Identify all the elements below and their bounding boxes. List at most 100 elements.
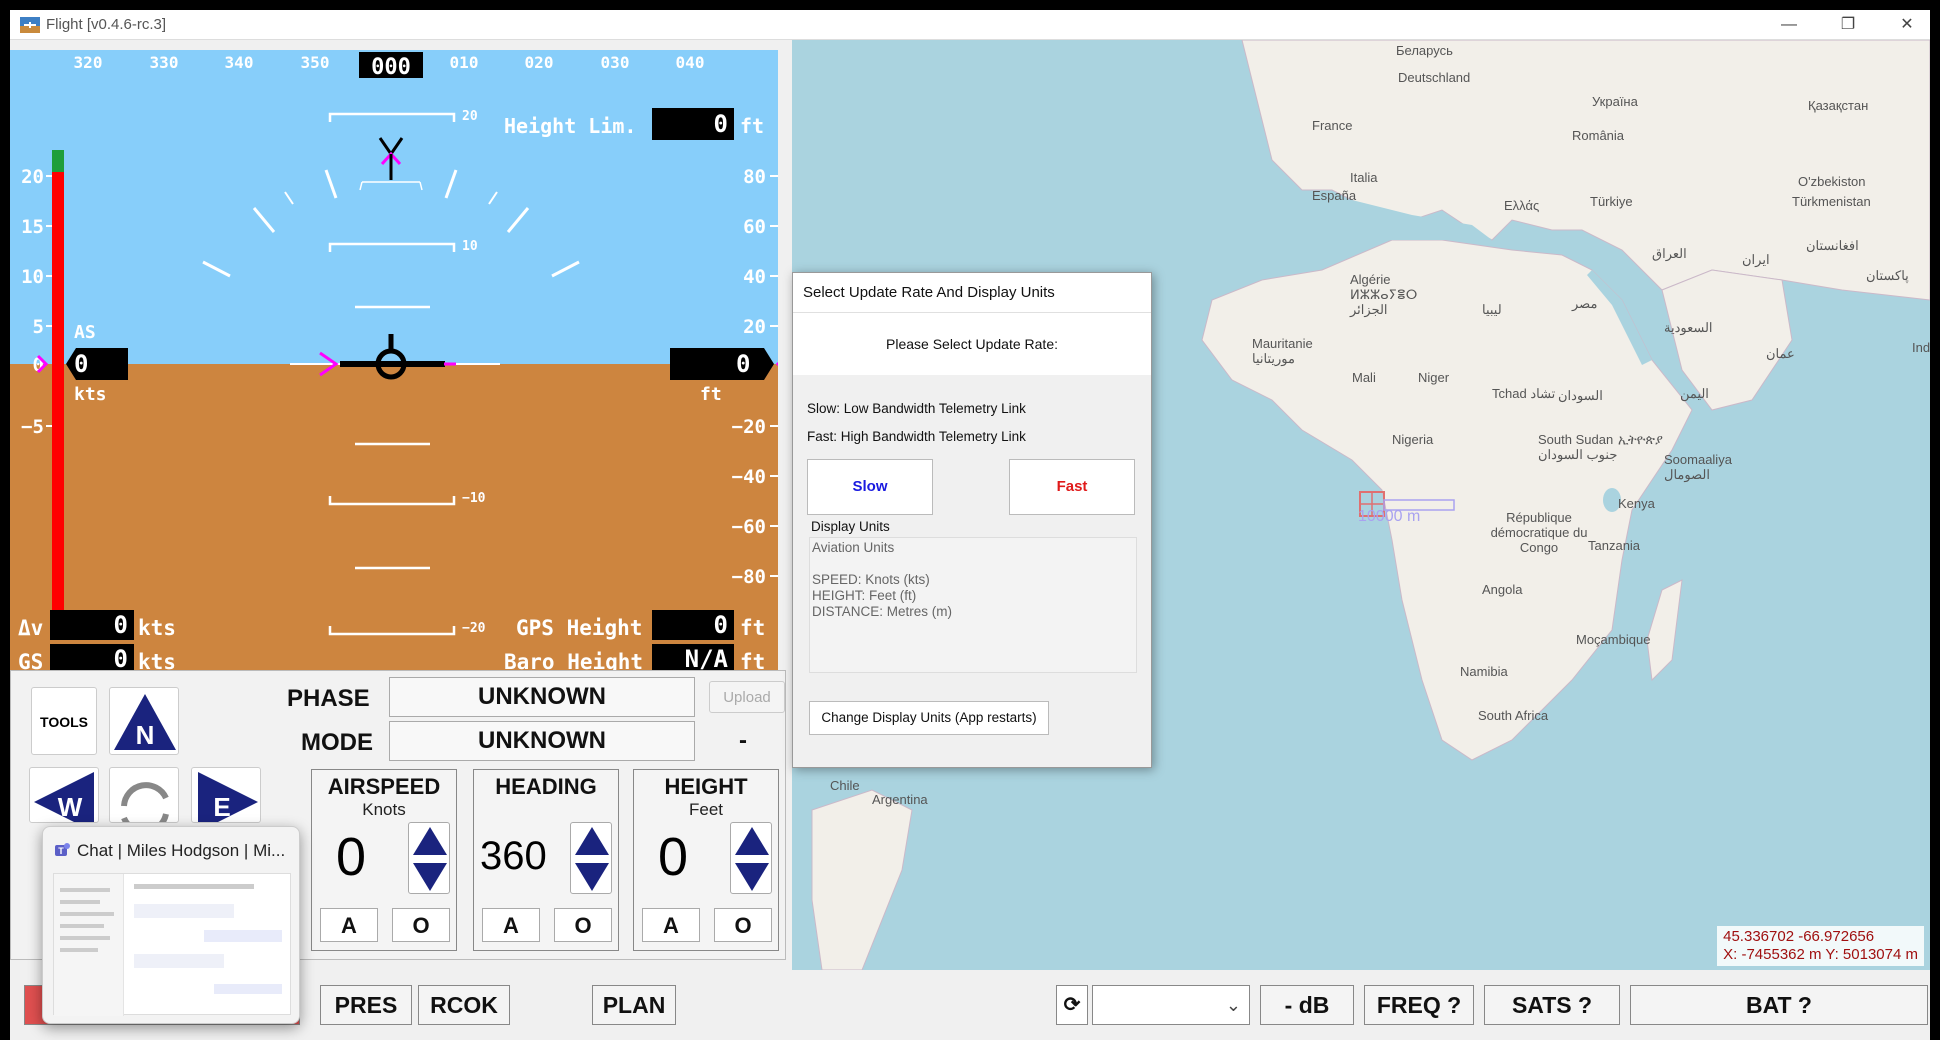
pres-button[interactable]: PRES: [320, 985, 412, 1025]
height-auto-button[interactable]: A: [642, 908, 700, 942]
units-speed: SPEED: Knots (kts): [812, 572, 930, 587]
rotate-icon: [121, 782, 169, 822]
airspeed-scale-label: 5: [33, 316, 44, 338]
map-label: ليبيا: [1482, 302, 1502, 317]
airspeed-auto-button[interactable]: A: [320, 908, 378, 942]
height-panel-title: HEIGHT: [664, 774, 748, 799]
height-panel-unit: Feet: [688, 800, 724, 819]
svg-text:T: T: [58, 846, 64, 856]
airspeed-scale-label: 15: [21, 216, 44, 238]
taskbar-thumbnail[interactable]: T Chat | Miles Hodgson | Mi...: [42, 826, 300, 1024]
airspeed-scale-label: 10: [21, 266, 44, 288]
mode-value: UNKNOWN: [389, 721, 695, 761]
map-label: Deutschland: [1398, 70, 1471, 85]
height-unit: ft: [700, 384, 722, 405]
delta-v-label: Δv: [18, 616, 44, 640]
map-label: Kenya: [1618, 496, 1655, 511]
west-arrow-icon: W: [34, 772, 94, 822]
delta-v-unit: kts: [138, 616, 176, 640]
height-stepper[interactable]: [730, 822, 772, 894]
db-button[interactable]: - dB: [1260, 985, 1354, 1025]
east-button[interactable]: E: [191, 767, 261, 823]
airspeed-panel: AIRSPEED Knots 0 A O: [311, 769, 457, 951]
heading-tick-label: 340: [225, 53, 254, 72]
heading-panel: HEADING 360 A O: [473, 769, 619, 951]
units-distance: DISTANCE: Metres (m): [812, 604, 953, 619]
gps-height-value: 0: [652, 610, 734, 640]
thumbnail-title: Chat | Miles Hodgson | Mi...: [77, 841, 286, 860]
heading-override-button[interactable]: O: [554, 908, 612, 942]
port-dropdown[interactable]: ⌄: [1092, 985, 1250, 1025]
airspeed-panel-title: AIRSPEED: [327, 774, 441, 799]
airspeed-scale-label: −5: [21, 416, 44, 438]
height-scale-label: −20: [732, 416, 766, 438]
rcok-button[interactable]: RCOK: [418, 985, 510, 1025]
ground-speed-label: GS: [18, 650, 44, 670]
pitch-label: −10: [462, 491, 486, 506]
freq-button[interactable]: FREQ ?: [1364, 985, 1474, 1025]
map-label: ኢትዮጵያ: [1618, 432, 1663, 447]
slow-button[interactable]: Slow: [807, 459, 933, 515]
units-height: HEIGHT: Feet (ft): [812, 588, 917, 603]
map-scale-label: 10000 m: [1358, 508, 1421, 525]
fast-button[interactable]: Fast: [1009, 459, 1135, 515]
map-label: République démocratique du Congo: [1490, 510, 1588, 555]
ground-speed-unit: kts: [138, 650, 176, 670]
rotate-button[interactable]: [109, 767, 179, 823]
height-scale-label: 80: [743, 166, 766, 188]
airspeed-bar-top: [52, 150, 64, 172]
map-label: Ind: [1912, 340, 1930, 355]
heading-tick-label: 030: [601, 53, 630, 72]
bat-button[interactable]: BAT ?: [1630, 985, 1928, 1025]
plan-button[interactable]: PLAN: [592, 985, 676, 1025]
west-label: W: [58, 792, 83, 822]
height-scale-label: 40: [743, 266, 766, 288]
sats-button[interactable]: SATS ?: [1484, 985, 1620, 1025]
west-button[interactable]: W: [29, 767, 99, 823]
height-scale-label: −80: [732, 566, 766, 588]
map-label: Қазақстан: [1808, 98, 1869, 113]
pitch-label: 20: [462, 109, 478, 124]
heading-auto-button[interactable]: A: [482, 908, 540, 942]
airspeed-bar: [52, 172, 64, 610]
airspeed-override-button[interactable]: O: [392, 908, 450, 942]
app-icon: [20, 17, 40, 33]
pitch-label: 10: [462, 239, 478, 254]
hud-graphics: 320 330 340 350 010 020 030 040 000 20 1…: [10, 50, 778, 670]
heading-tick-label: 040: [676, 53, 705, 72]
coords-latlon: 45.336702 -66.972656: [1723, 928, 1875, 945]
attitude-hud: 320 330 340 350 010 020 030 040 000 20 1…: [10, 50, 778, 670]
units-info-box: Aviation Units SPEED: Knots (kts) HEIGHT…: [809, 537, 1137, 673]
map-label: Mali: [1352, 370, 1376, 385]
map-label: O'zbekiston: [1798, 174, 1866, 189]
map-label: Argentina: [872, 792, 928, 807]
map-label: Angola: [1482, 582, 1523, 597]
heading-panel-title: HEADING: [495, 774, 597, 799]
upload-button[interactable]: Upload: [709, 681, 785, 713]
maximize-button[interactable]: ❐: [1825, 10, 1871, 40]
display-units-label: Display Units: [811, 519, 890, 534]
height-scale-label: 20: [743, 316, 766, 338]
height-override-button[interactable]: O: [714, 908, 772, 942]
heading-tick-label: 350: [301, 53, 330, 72]
height-scale-label: 60: [743, 216, 766, 238]
dialog-prompt: Please Select Update Rate:: [793, 313, 1151, 375]
heading-stepper[interactable]: [570, 822, 612, 894]
change-display-units-button[interactable]: Change Display Units (App restarts): [809, 701, 1049, 735]
close-button[interactable]: ✕: [1884, 10, 1930, 40]
heading-tick-label: 320: [74, 53, 103, 72]
window-title: Flight [v0.4.6-rc.3]: [46, 16, 167, 33]
tools-button[interactable]: TOOLS: [31, 687, 97, 755]
map-label: South Sudan جنوب السودان: [1538, 432, 1618, 462]
north-button[interactable]: N: [109, 687, 179, 755]
ground-speed-value: 0: [50, 644, 134, 670]
delta-v-value: 0: [50, 610, 134, 640]
airspeed-stepper[interactable]: [408, 822, 450, 894]
baro-height-value: N/A: [652, 644, 734, 670]
units-title: Aviation Units: [812, 540, 895, 555]
cursor-coordinates: 45.336702 -66.972656 X: -7455362 m Y: 50…: [1717, 926, 1924, 966]
minimize-button[interactable]: —: [1766, 10, 1812, 40]
map-label: مصر: [1572, 296, 1598, 311]
height-limit-label: Height Lim.: [504, 114, 637, 138]
refresh-button[interactable]: ⟳: [1056, 985, 1088, 1025]
